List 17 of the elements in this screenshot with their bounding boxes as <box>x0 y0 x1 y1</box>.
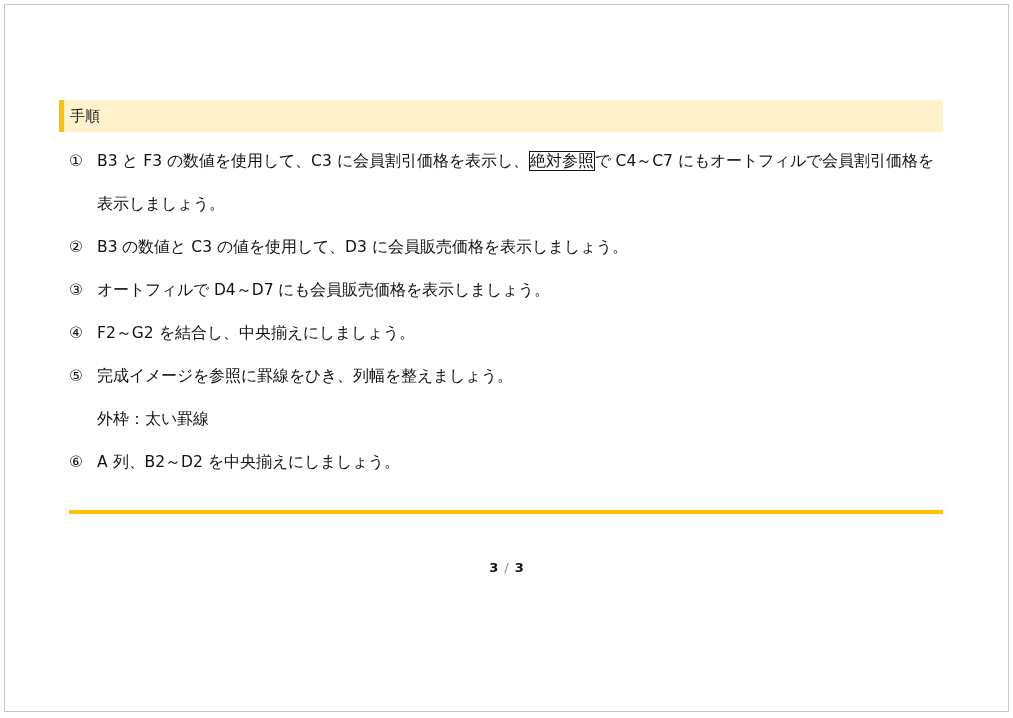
step-number: ③ <box>69 280 84 301</box>
step-number: ② <box>69 237 84 258</box>
step-text: B3 と F3 の数値を使用して、C3 に会員割引価格を表示し、絶対参照で C4～C7 にもオートフィルで会員割引価格を表示しましょう。 <box>97 150 935 215</box>
step-number: ⑤ <box>69 366 84 387</box>
step-text: F2～G2 を結合し、中央揃えにしましょう。 <box>97 323 416 344</box>
step-number: ④ <box>69 323 84 344</box>
page-total: 3 <box>514 560 524 575</box>
step-text: オートフィルで D4～D7 にも会員販売価格を表示しましょう。 <box>97 280 552 301</box>
step-text: B3 の数値と C3 の値を使用して、D3 に会員販売価格を表示しましょう。 <box>97 237 629 258</box>
step-number: ① <box>69 151 84 172</box>
heading-text: 手順 <box>70 107 100 125</box>
page-separator: / <box>504 560 509 575</box>
page-number: 3 <box>489 560 499 575</box>
step-number: ⑥ <box>69 452 84 473</box>
step-note: 外枠：太い罫線 <box>97 409 210 430</box>
step-text: 完成イメージを参照に罫線をひき、列幅を整えましょう。 <box>97 366 514 387</box>
step-text: A 列、B2～D2 を中央揃えにしましょう。 <box>97 452 401 473</box>
